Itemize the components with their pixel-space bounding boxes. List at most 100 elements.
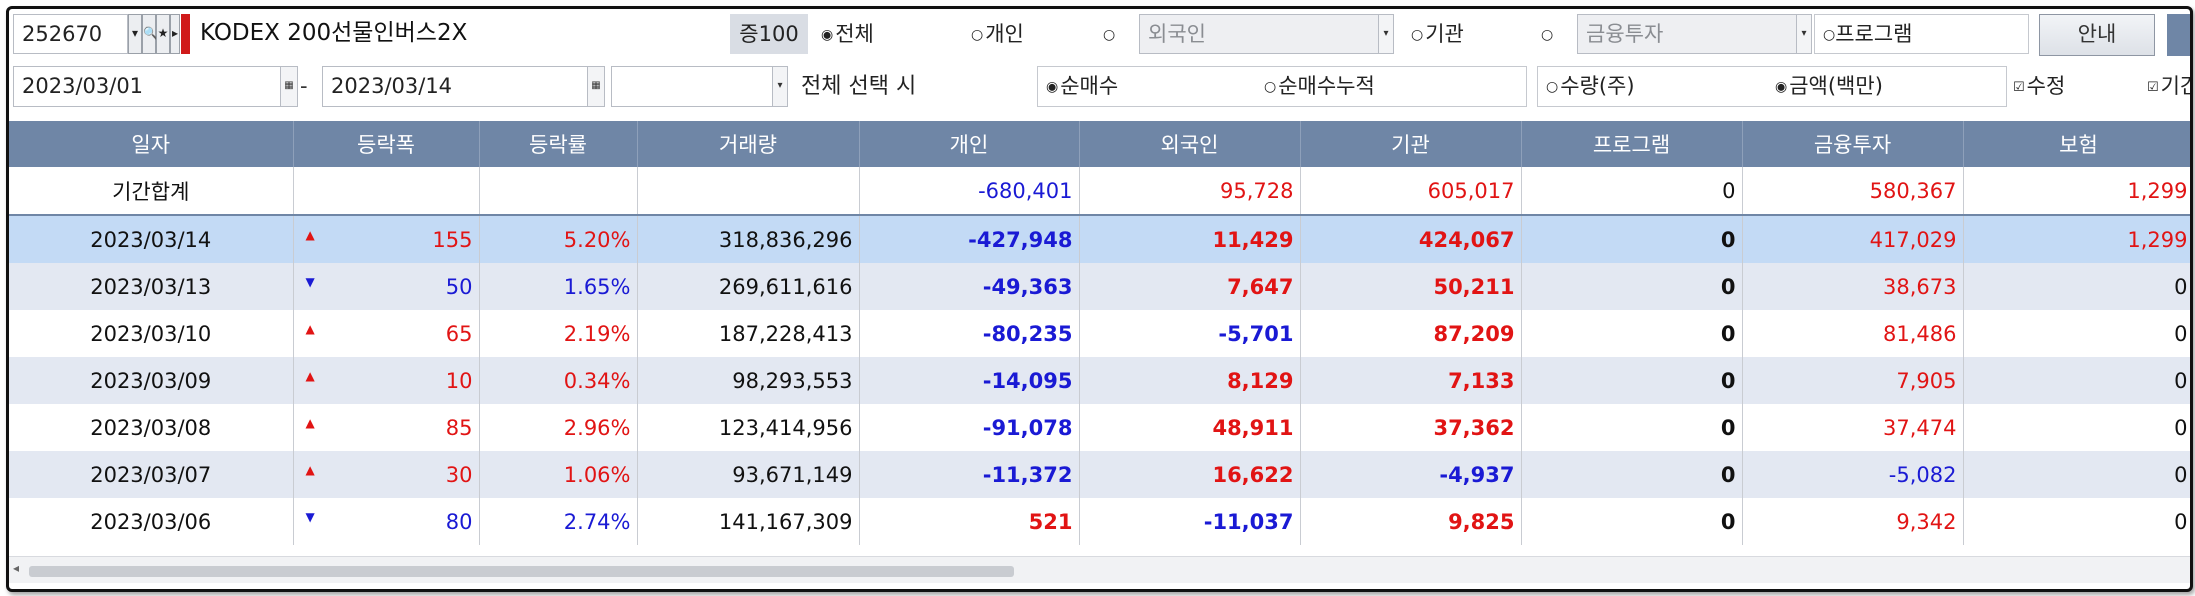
header-insurance[interactable]: 보험: [1963, 121, 2190, 167]
cell-rate: 1.06%: [479, 451, 638, 498]
cell-change: ▲ 155: [293, 215, 480, 263]
header-foreign[interactable]: 외국인: [1079, 121, 1301, 167]
radio-investor-institution[interactable]: ○기관: [1411, 15, 1464, 56]
summary-foreign: 95,728: [1079, 167, 1301, 216]
scroll-left-icon[interactable]: ◂: [13, 561, 19, 575]
cell-program: 0: [1521, 498, 1743, 545]
table-row[interactable]: 2023/03/09 ▲ 10 0.34% 98,293,553 -14,095 8,129…: [9, 357, 2190, 404]
summary-insurance: 1,299: [1963, 167, 2190, 216]
cell-rate: 5.20%: [479, 215, 638, 263]
cell-date: 2023/03/10: [9, 310, 294, 357]
cell-change: ▲ 65: [293, 310, 480, 357]
header-finance[interactable]: 금융투자: [1742, 121, 1964, 167]
table-row[interactable]: 2023/03/06 ▼ 80 2.74% 141,167,309 521 -11,037 9…: [9, 498, 2190, 545]
cell-volume: 187,228,413: [637, 310, 860, 357]
radio-unit-amount[interactable]: ◉금액(백만): [1775, 67, 1883, 106]
radio-net-buy-cumulative[interactable]: ○순매수누적: [1264, 67, 1375, 106]
code-dropdown-button[interactable]: ▾: [128, 14, 142, 54]
cell-program: 0: [1521, 263, 1743, 310]
horizontal-scrollbar[interactable]: ◂: [9, 556, 2190, 583]
mode-radio-group: ◉순매수 ○순매수누적: [1037, 66, 1527, 107]
chevron-down-icon[interactable]: ▾: [1378, 15, 1393, 53]
header-date[interactable]: 일자: [9, 121, 294, 167]
checkbox-edit[interactable]: ☑수정: [2013, 67, 2065, 109]
header-rate[interactable]: 등락률: [479, 121, 638, 167]
radio-investor-finance[interactable]: ○: [1541, 15, 1555, 56]
cell-program: 0: [1521, 451, 1743, 498]
search-icon[interactable]: 🔍: [142, 14, 158, 54]
star-icon[interactable]: ★: [156, 14, 170, 54]
cell-foreign: 11,429: [1079, 215, 1301, 263]
header-institution[interactable]: 기관: [1300, 121, 1522, 167]
change-value: 30: [445, 462, 473, 487]
cell-finance: 81,486: [1742, 310, 1964, 357]
cell-date: 2023/03/09: [9, 357, 294, 404]
cell-personal: -80,235: [859, 310, 1080, 357]
cell-volume: 93,671,149: [637, 451, 860, 498]
calendar-icon[interactable]: ▦: [587, 67, 604, 106]
table-row[interactable]: 2023/03/13 ▼ 50 1.65% 269,611,616 -49,363 7,64…: [9, 263, 2190, 310]
radio-investor-all[interactable]: ◉전체: [821, 15, 874, 56]
cell-insurance: 0: [1963, 404, 2190, 451]
summary-row[interactable]: 기간합계 -680,401 95,728 605,017 0 580,367 1…: [9, 167, 2190, 216]
scrollbar-thumb[interactable]: [29, 566, 1014, 577]
cell-rate: 2.96%: [479, 404, 638, 451]
finance-select[interactable]: 금융투자 ▾: [1577, 14, 1812, 54]
start-date-input[interactable]: 2023/03/01 ▦: [13, 66, 298, 107]
panel-toggle-button[interactable]: [2167, 14, 2190, 56]
table-row[interactable]: 2023/03/14 ▲ 155 5.20% 318,836,296 -427,948 11…: [9, 215, 2190, 263]
cell-finance: 37,474: [1742, 404, 1964, 451]
start-date-value: 2023/03/01: [22, 74, 144, 98]
radio-label: 수량(주): [1560, 74, 1635, 98]
change-value: 80: [445, 509, 473, 534]
table-row[interactable]: 2023/03/08 ▲ 85 2.96% 123,414,956 -91,078 48,9…: [9, 404, 2190, 451]
summary-program: 0: [1521, 167, 1743, 216]
table-row[interactable]: 2023/03/10 ▲ 65 2.19% 187,228,413 -80,235 -5,7…: [9, 310, 2190, 357]
cell-finance: 38,673: [1742, 263, 1964, 310]
summary-volume: [637, 167, 860, 216]
radio-label: 순매수누적: [1278, 74, 1375, 98]
radio-investor-program[interactable]: ○프로그램: [1814, 14, 2029, 54]
radio-net-buy[interactable]: ◉순매수: [1046, 74, 1118, 98]
radio-unit-quantity[interactable]: ○수량(주): [1546, 74, 1635, 98]
end-date-input[interactable]: 2023/03/14 ▦: [322, 66, 605, 107]
more-arrow-icon[interactable]: ▸: [170, 14, 180, 54]
guide-button[interactable]: 안내: [2039, 14, 2155, 56]
table-row[interactable]: 2023/03/07 ▲ 30 1.06% 93,671,149 -11,372 16,62…: [9, 451, 2190, 498]
calendar-icon[interactable]: ▦: [280, 67, 297, 106]
cell-insurance: 0: [1963, 498, 2190, 545]
cell-program: 0: [1521, 310, 1743, 357]
radio-label: 개인: [985, 22, 1024, 46]
up-arrow-icon: ▲: [305, 462, 315, 477]
period-select[interactable]: ▾: [611, 66, 788, 107]
header-volume[interactable]: 거래량: [637, 121, 860, 167]
checkbox-period[interactable]: ☑기간: [2147, 67, 2190, 109]
cell-institution: 87,209: [1300, 310, 1522, 357]
cell-rate: 0.34%: [479, 357, 638, 404]
cell-insurance: 0: [1963, 263, 2190, 310]
cell-volume: 123,414,956: [637, 404, 860, 451]
chevron-down-icon[interactable]: ▾: [772, 67, 787, 106]
radio-label: 순매수: [1060, 74, 1119, 98]
header-personal[interactable]: 개인: [859, 121, 1080, 167]
down-arrow-icon: ▼: [305, 509, 315, 524]
date-range-dash: -: [300, 74, 308, 98]
change-value: 50: [445, 274, 473, 299]
header-change[interactable]: 등락폭: [293, 121, 480, 167]
cell-insurance: 1,299: [1963, 215, 2190, 263]
cell-foreign: -11,037: [1079, 498, 1301, 545]
radio-investor-personal[interactable]: ○개인: [971, 15, 1024, 56]
cell-date: 2023/03/13: [9, 263, 294, 310]
stock-code-input[interactable]: 252670: [13, 14, 128, 54]
up-arrow-icon: ▲: [305, 415, 315, 430]
summary-institution: 605,017: [1300, 167, 1522, 216]
cell-change: ▲ 85: [293, 404, 480, 451]
radio-investor-foreign[interactable]: ○: [1103, 15, 1117, 56]
header-program[interactable]: 프로그램: [1521, 121, 1743, 167]
margin-badge: 증100: [730, 14, 808, 54]
chevron-down-icon[interactable]: ▾: [1796, 15, 1811, 53]
foreign-select[interactable]: 외국인 ▾: [1139, 14, 1394, 54]
up-arrow-icon: ▲: [305, 321, 315, 336]
cell-volume: 269,611,616: [637, 263, 860, 310]
cell-personal: -14,095: [859, 357, 1080, 404]
